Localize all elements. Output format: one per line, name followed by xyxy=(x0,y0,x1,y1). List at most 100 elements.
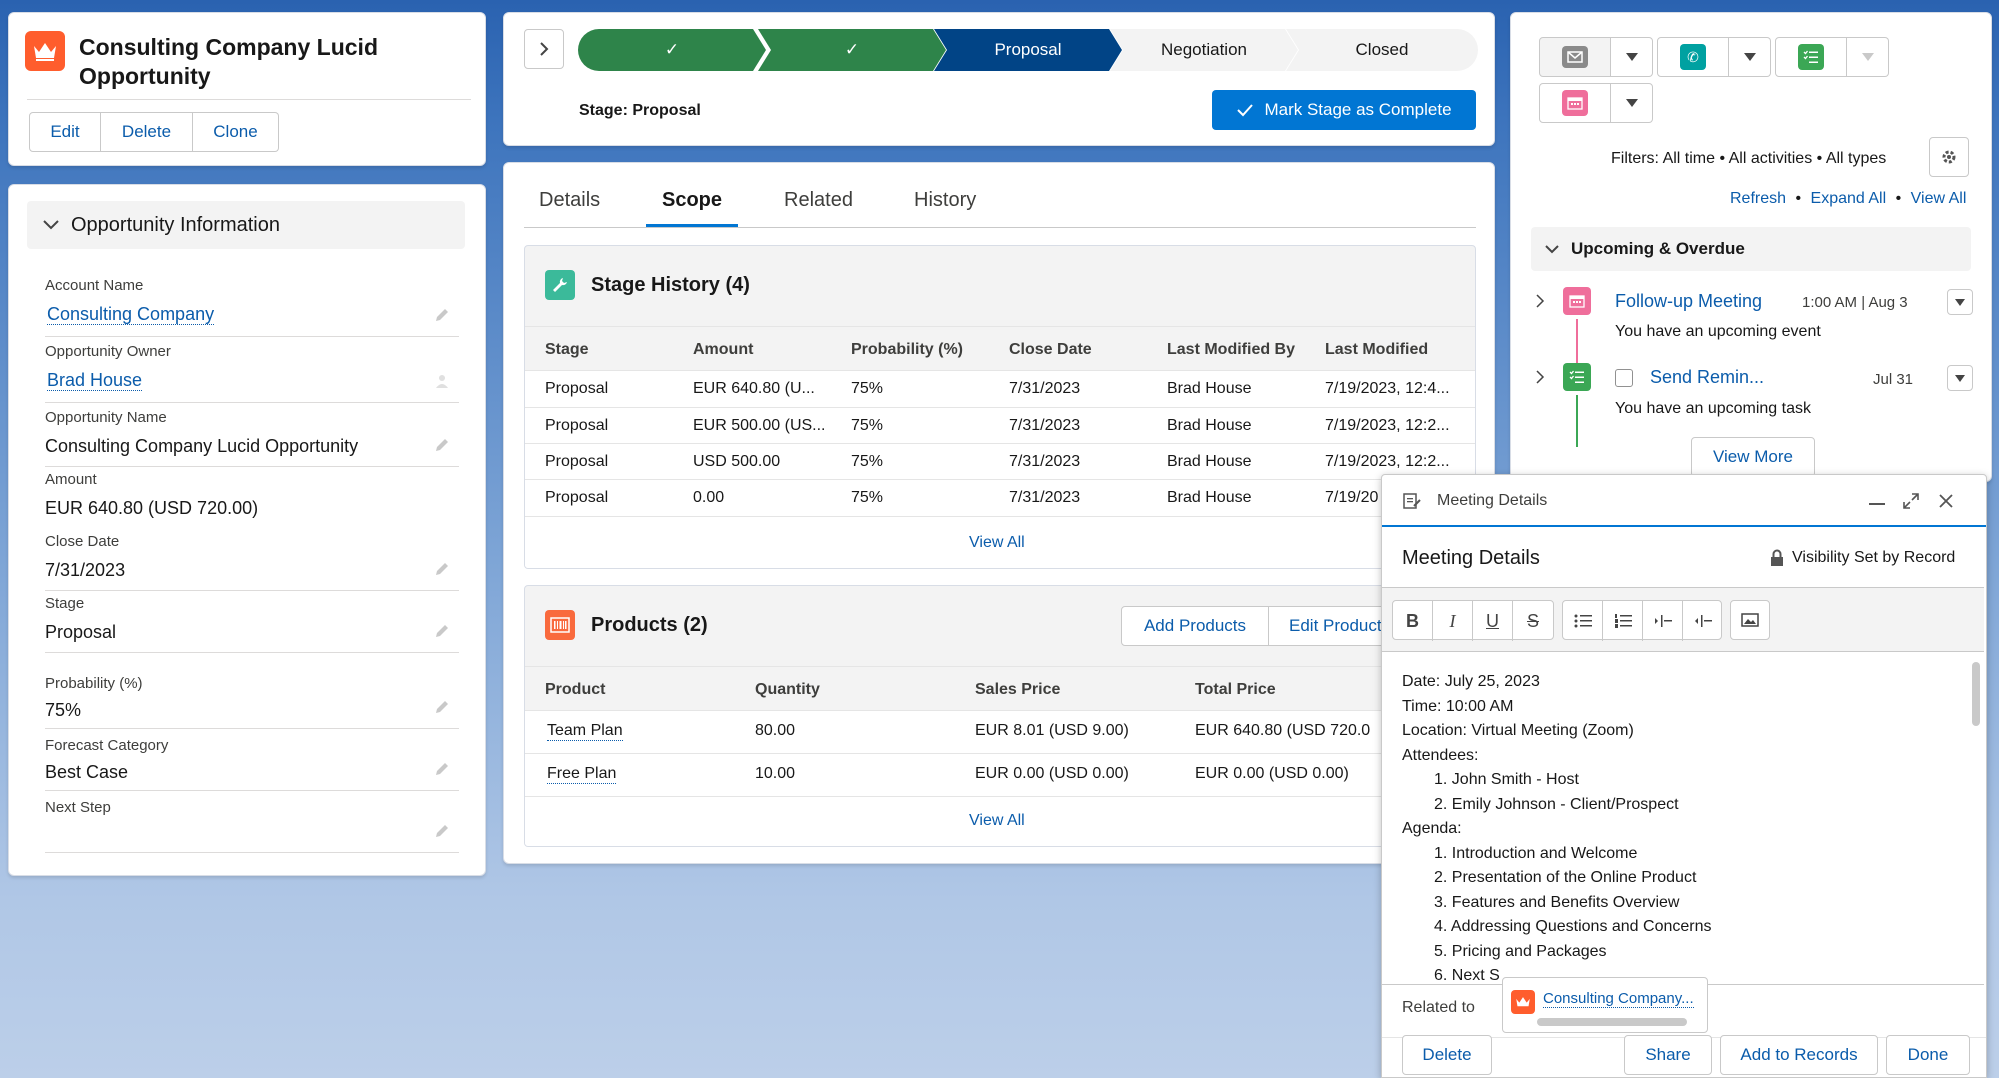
product-link[interactable]: Team Plan xyxy=(547,722,623,741)
product-link[interactable]: Free Plan xyxy=(547,765,617,784)
insert-image-button[interactable] xyxy=(1730,600,1770,640)
related-to-lookup[interactable]: Consulting Company... xyxy=(1502,977,1708,1033)
phone-icon: ✆ xyxy=(1680,44,1706,70)
delete-event-button[interactable]: Delete xyxy=(1402,1035,1492,1075)
path-step-1[interactable]: ✓ xyxy=(578,29,766,71)
add-to-records-button[interactable]: Add to Records xyxy=(1720,1035,1878,1075)
chevron-right-icon[interactable] xyxy=(1535,293,1545,309)
cell: 7/19/2023, 12:2... xyxy=(1325,417,1450,434)
col-last-modified-by[interactable]: Last Modified By xyxy=(1167,341,1295,359)
pencil-icon[interactable] xyxy=(433,760,451,778)
account-name-link[interactable]: Consulting Company xyxy=(47,304,215,325)
cell: EUR 0.00 (USD 0.00) xyxy=(975,765,1129,782)
bulleted-list-button[interactable] xyxy=(1563,601,1603,641)
pencil-icon[interactable] xyxy=(433,306,451,324)
path-toggle-button[interactable] xyxy=(524,29,564,69)
stage-history-title[interactable]: Stage History (4) xyxy=(591,274,750,297)
path-step-closed[interactable]: Closed xyxy=(1286,29,1478,71)
col-last-modified[interactable]: Last Modified xyxy=(1325,341,1428,359)
related-record-link[interactable]: Consulting Company... xyxy=(1543,990,1694,1008)
minimize-icon[interactable] xyxy=(1869,503,1885,505)
body-line: Time: 10:00 AM xyxy=(1402,697,1514,715)
cell: 75% xyxy=(851,417,884,434)
path-step-negotiation[interactable]: Negotiation xyxy=(1110,29,1298,71)
path-step-2[interactable]: ✓ xyxy=(758,29,946,71)
agenda-item: 1. Introduction and Welcome xyxy=(1434,844,1638,862)
new-event-button[interactable] xyxy=(1539,83,1611,123)
task-checkbox[interactable] xyxy=(1615,369,1633,387)
underline-button[interactable]: U xyxy=(1473,601,1513,641)
close-icon[interactable] xyxy=(1939,494,1953,508)
products-view-all[interactable]: View All xyxy=(969,812,1025,830)
add-products-button[interactable]: Add Products xyxy=(1121,606,1269,646)
event-menu-button[interactable] xyxy=(1947,289,1973,315)
task-menu-button[interactable] xyxy=(1947,365,1973,391)
tab-scope[interactable]: Scope xyxy=(662,189,722,212)
mark-stage-complete-button[interactable]: Mark Stage as Complete xyxy=(1212,90,1476,130)
expand-icon[interactable] xyxy=(1903,493,1919,509)
tabs-divider xyxy=(524,227,1476,228)
col-sales-price[interactable]: Sales Price xyxy=(975,681,1060,699)
field-value: Consulting Company Lucid Opportunity xyxy=(45,436,359,456)
col-probability[interactable]: Probability (%) xyxy=(851,341,963,359)
path-step-proposal[interactable]: Proposal xyxy=(934,29,1122,71)
email-dropdown-button[interactable] xyxy=(1611,37,1653,77)
pencil-icon[interactable] xyxy=(433,436,451,454)
view-all-link[interactable]: View All xyxy=(1911,190,1967,207)
done-button[interactable]: Done xyxy=(1886,1035,1970,1075)
section-header[interactable]: Opportunity Information xyxy=(27,201,465,249)
col-close-date[interactable]: Close Date xyxy=(1009,341,1092,359)
products-title[interactable]: Products (2) xyxy=(591,614,708,637)
italic-button[interactable]: I xyxy=(1433,601,1473,641)
tab-related[interactable]: Related xyxy=(784,189,853,212)
refresh-link[interactable]: Refresh xyxy=(1730,190,1786,207)
send-reminder-link[interactable]: Send Remin... xyxy=(1650,367,1764,388)
pencil-icon[interactable] xyxy=(433,622,451,640)
field-label: Opportunity Owner xyxy=(45,343,171,360)
bold-button[interactable]: B xyxy=(1393,601,1433,641)
path-card: ✓ ✓ Proposal Negotiation Closed Stage: P… xyxy=(503,12,1495,146)
col-quantity[interactable]: Quantity xyxy=(755,681,820,699)
follow-up-meeting-link[interactable]: Follow-up Meeting xyxy=(1615,291,1762,312)
upcoming-section-header[interactable]: Upcoming & Overdue xyxy=(1531,227,1971,271)
expand-all-link[interactable]: Expand All xyxy=(1811,190,1887,207)
tab-details[interactable]: Details xyxy=(539,189,600,212)
numbered-list-button[interactable] xyxy=(1603,601,1643,641)
check-icon xyxy=(1237,104,1254,117)
col-product[interactable]: Product xyxy=(545,681,605,699)
col-total-price[interactable]: Total Price xyxy=(1195,681,1276,699)
indent-button[interactable] xyxy=(1643,601,1683,641)
rte-body[interactable]: Date: July 25, 2023 Time: 10:00 AM Locat… xyxy=(1382,652,1970,986)
table-row: Proposal 0.00 75% 7/31/2023 Brad House 7… xyxy=(525,480,1475,516)
pencil-icon[interactable] xyxy=(433,698,451,716)
share-button[interactable]: Share xyxy=(1624,1035,1712,1075)
pencil-icon[interactable] xyxy=(433,560,451,578)
email-button[interactable] xyxy=(1539,37,1611,77)
stage-history-view-all[interactable]: View All xyxy=(969,534,1025,552)
strikethrough-button[interactable]: S xyxy=(1513,601,1553,641)
call-dropdown-button[interactable] xyxy=(1729,37,1771,77)
owner-link[interactable]: Brad House xyxy=(47,370,143,391)
change-owner-icon[interactable] xyxy=(433,372,451,390)
filter-settings-button[interactable] xyxy=(1929,137,1969,177)
chevron-right-icon[interactable] xyxy=(1535,369,1545,385)
col-stage[interactable]: Stage xyxy=(545,341,589,359)
col-amount[interactable]: Amount xyxy=(693,341,753,359)
row-divider xyxy=(525,796,1475,797)
edit-button[interactable]: Edit xyxy=(29,112,101,152)
outdent-button[interactable] xyxy=(1683,601,1723,641)
edit-products-button[interactable]: Edit Product xyxy=(1269,606,1399,646)
new-task-button[interactable] xyxy=(1775,37,1847,77)
view-more-button[interactable]: View More xyxy=(1691,437,1815,477)
rte-scrollbar-thumb[interactable] xyxy=(1972,662,1980,726)
opportunity-icon xyxy=(25,31,65,71)
log-call-button[interactable]: ✆ xyxy=(1657,37,1729,77)
pencil-icon[interactable] xyxy=(433,822,451,840)
cell: 7/19/2023, 12:4... xyxy=(1325,380,1450,397)
event-dropdown-button[interactable] xyxy=(1611,83,1653,123)
field-value: Best Case xyxy=(45,762,129,782)
clone-button[interactable]: Clone xyxy=(193,112,279,152)
task-dropdown-button[interactable] xyxy=(1847,37,1889,77)
tab-history[interactable]: History xyxy=(914,189,976,212)
delete-button[interactable]: Delete xyxy=(101,112,193,152)
